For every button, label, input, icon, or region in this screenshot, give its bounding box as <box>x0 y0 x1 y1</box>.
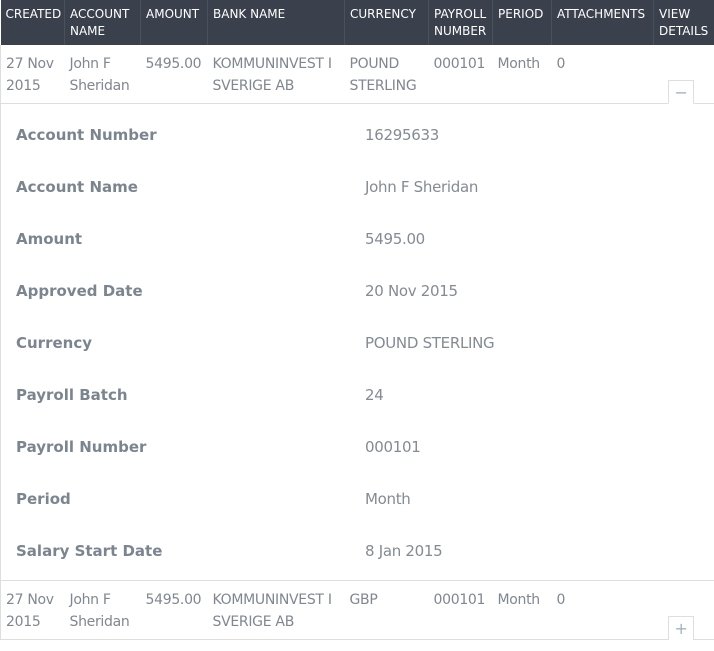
cell-view-details: + <box>653 580 714 640</box>
detail-value: 16295633 <box>365 126 439 144</box>
detail-row: Account Number 16295633 Account Name Joh… <box>0 103 714 581</box>
cell-bank-name: KOMMUNINVEST I SVERIGE AB <box>207 45 345 104</box>
column-header-bank-name[interactable]: BANK NAME <box>207 0 345 45</box>
detail-item-approved-date: Approved Date 20 Nov 2015 <box>16 280 714 332</box>
cell-created: 27 Nov 2015 <box>0 45 65 104</box>
detail-value: Month <box>365 490 411 508</box>
column-header-created[interactable]: CREATED <box>0 0 65 45</box>
detail-item-account-number: Account Number 16295633 <box>16 124 714 176</box>
cell-bank-name: KOMMUNINVEST I SVERIGE AB <box>207 580 345 640</box>
collapse-details-button[interactable]: − <box>668 80 694 104</box>
cell-payroll-number: 000101 <box>428 580 493 640</box>
detail-value: POUND STERLING <box>365 334 495 352</box>
cell-attachments: 0 <box>551 580 654 640</box>
column-header-amount[interactable]: AMOUNT <box>140 0 208 45</box>
detail-label: Account Name <box>16 178 138 196</box>
detail-value: 24 <box>365 386 384 404</box>
detail-item-payroll-number: Payroll Number 000101 <box>16 436 714 488</box>
detail-panel: Account Number 16295633 Account Name Joh… <box>0 103 714 581</box>
cell-period: Month <box>492 45 552 104</box>
details-list: Account Number 16295633 Account Name Joh… <box>1 104 714 580</box>
column-header-attachments[interactable]: ATTACHMENTS <box>551 0 654 45</box>
detail-item-amount: Amount 5495.00 <box>16 228 714 280</box>
expand-details-button[interactable]: + <box>668 616 694 640</box>
cell-payroll-number: 000101 <box>428 45 493 104</box>
detail-value: John F Sheridan <box>365 178 479 196</box>
detail-item-payroll-batch: Payroll Batch 24 <box>16 384 714 436</box>
detail-value: 5495.00 <box>365 230 425 248</box>
detail-item-period: Period Month <box>16 488 714 540</box>
detail-item-salary-start-date: Salary Start Date 8 Jan 2015 <box>16 540 714 562</box>
column-header-period[interactable]: PERIOD <box>492 0 552 45</box>
detail-value: 20 Nov 2015 <box>365 282 458 300</box>
cell-amount: 5495.00 <box>140 45 208 104</box>
cell-period: Month <box>492 580 552 640</box>
detail-label: Period <box>16 490 71 508</box>
column-header-currency[interactable]: CURRENCY <box>344 0 429 45</box>
detail-item-currency: Currency POUND STERLING <box>16 332 714 384</box>
table-header-row: CREATED ACCOUNT NAME AMOUNT BANK NAME CU… <box>0 0 714 45</box>
payroll-table: CREATED ACCOUNT NAME AMOUNT BANK NAME CU… <box>0 0 714 640</box>
cell-account-name: John F Sheridan <box>64 580 141 640</box>
table-row[interactable]: 27 Nov 2015 John F Sheridan 5495.00 KOMM… <box>0 580 714 640</box>
column-header-account-name[interactable]: ACCOUNT NAME <box>64 0 141 45</box>
table-row[interactable]: 27 Nov 2015 John F Sheridan 5495.00 KOMM… <box>0 45 714 104</box>
column-header-view-details[interactable]: VIEW DETAILS <box>653 0 714 45</box>
cell-currency: POUND STERLING <box>344 45 429 104</box>
detail-value: 000101 <box>365 438 421 456</box>
detail-label: Payroll Number <box>16 438 147 456</box>
cell-attachments: 0 <box>551 45 654 104</box>
detail-value: 8 Jan 2015 <box>365 542 443 560</box>
cell-currency: GBP <box>344 580 429 640</box>
cell-account-name: John F Sheridan <box>64 45 141 104</box>
plus-icon: + <box>674 619 688 638</box>
minus-icon: − <box>674 83 688 102</box>
detail-label: Approved Date <box>16 282 143 300</box>
detail-label: Payroll Batch <box>16 386 128 404</box>
detail-label: Salary Start Date <box>16 542 163 560</box>
column-header-payroll-number[interactable]: PAYROLL NUMBER <box>428 0 493 45</box>
detail-item-account-name: Account Name John F Sheridan <box>16 176 714 228</box>
detail-label: Currency <box>16 334 93 352</box>
detail-label: Account Number <box>16 126 157 144</box>
detail-label: Amount <box>16 230 83 248</box>
cell-view-details: − <box>653 45 714 104</box>
cell-created: 27 Nov 2015 <box>0 580 65 640</box>
cell-amount: 5495.00 <box>140 580 208 640</box>
